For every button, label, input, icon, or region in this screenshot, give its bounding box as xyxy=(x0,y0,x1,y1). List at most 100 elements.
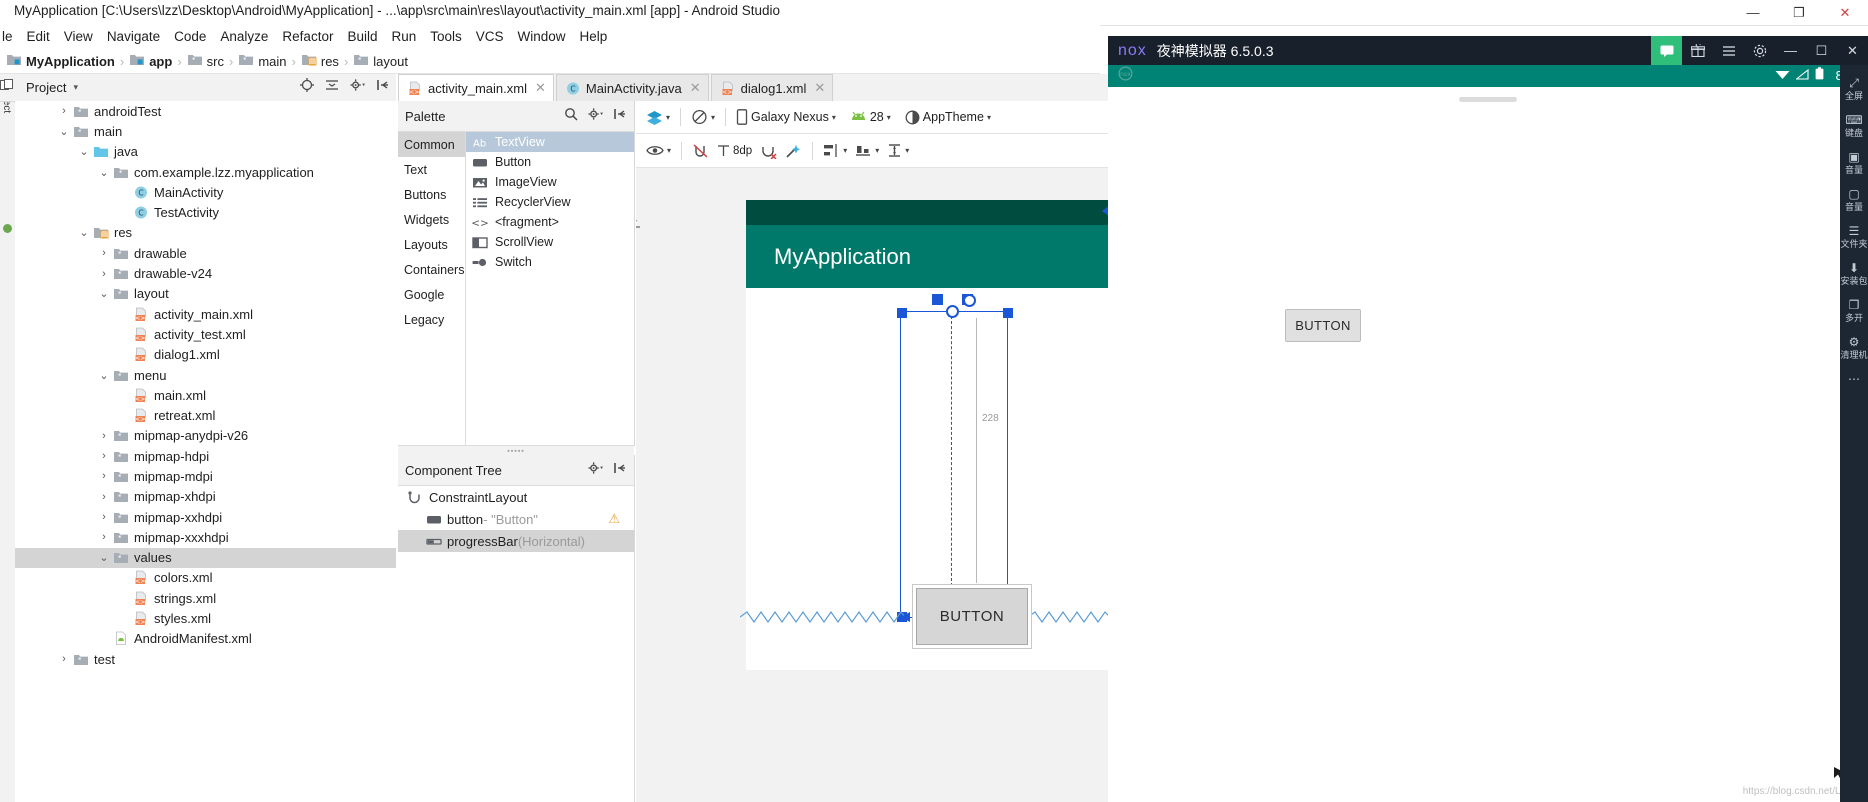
nox-rail-item-7[interactable]: ⚙ 清理机 xyxy=(1840,336,1868,361)
chevron-down-icon[interactable]: ▾ xyxy=(711,113,715,122)
nox-close-button[interactable]: ✕ xyxy=(1837,36,1868,65)
palette-category-widgets[interactable]: Widgets xyxy=(398,207,465,232)
view-mode-button[interactable]: ▾ xyxy=(642,139,675,163)
chevron-right-icon[interactable]: › xyxy=(95,531,113,543)
nox-maximize-button[interactable]: ☐ xyxy=(1806,36,1837,65)
menu-run[interactable]: Run xyxy=(384,27,423,46)
close-icon[interactable]: ✕ xyxy=(690,80,701,96)
layers-button[interactable]: ▾ xyxy=(642,105,674,129)
component-tree-node[interactable]: progressBar (Horizontal) xyxy=(398,530,634,552)
chevron-right-icon[interactable]: › xyxy=(95,470,113,482)
chevron-down-icon[interactable]: ▾ xyxy=(73,82,78,93)
nox-rail-item-6[interactable]: ❐ 多开 xyxy=(1840,299,1868,324)
chevron-down-icon[interactable]: ▾ xyxy=(887,113,891,122)
palette-categories[interactable]: Common Text Buttons Widgets Layouts Container… xyxy=(398,132,466,445)
menu-le[interactable]: le xyxy=(0,27,20,46)
tree-row[interactable]: ⌄ res xyxy=(15,223,396,243)
hide-panel-icon[interactable] xyxy=(613,461,627,480)
collapse-all-icon[interactable] xyxy=(325,78,339,97)
tree-row[interactable]: ⌄ java xyxy=(15,142,396,162)
clear-constraints-button[interactable] xyxy=(756,139,781,163)
chevron-right-icon[interactable]: › xyxy=(55,653,73,665)
breadcrumb-item-res[interactable]: res xyxy=(301,52,339,70)
chevron-down-icon[interactable]: ▾ xyxy=(875,146,879,155)
nox-side-toolbar[interactable]: ⤢ 全屏 ⌨ 键盘 ▣ 音量 ▢ 音量 ☰ 文件夹 ⬇ 安装包 ❐ 多开 ⚙ 清理机 ⋯ xyxy=(1840,65,1868,802)
breadcrumb-item-app[interactable]: app xyxy=(129,52,172,70)
nox-rail-item-0[interactable]: ⤢ 全屏 xyxy=(1840,77,1868,102)
menu-view[interactable]: View xyxy=(57,27,100,46)
close-icon[interactable]: ✕ xyxy=(535,80,546,96)
emulator-screen[interactable]: BUTTON https://blog.csdn.net/LuXN xyxy=(1108,87,1868,802)
chevron-down-icon[interactable]: ⌄ xyxy=(75,226,93,239)
nox-rail-item-5[interactable]: ⬇ 安装包 xyxy=(1840,262,1868,287)
tree-row[interactable]: <> activity_main.xml xyxy=(15,304,396,324)
orientation-button[interactable]: ▾ xyxy=(687,105,719,129)
editor-tab-dialog1-xml[interactable]: <> dialog1.xml ✕ xyxy=(710,74,834,101)
gift-icon[interactable] xyxy=(1682,36,1713,65)
palette-item-imageview[interactable]: ImageView xyxy=(466,172,634,192)
pack-button[interactable]: ▾ xyxy=(819,139,851,163)
component-tree-node[interactable]: button - "Button" ⚠ xyxy=(398,508,634,530)
palette-item-textview[interactable]: Ab TextView xyxy=(466,132,634,152)
design-surface[interactable]: MyApplication 228 BUTTON xyxy=(636,168,1110,802)
align-button[interactable]: ▾ xyxy=(851,139,883,163)
emulator-button[interactable]: BUTTON xyxy=(1285,309,1361,342)
menu-navigate[interactable]: Navigate xyxy=(100,27,167,46)
tree-row[interactable]: › mipmap-mdpi xyxy=(15,466,396,486)
constraint-anchor-center-top[interactable] xyxy=(963,294,976,307)
chevron-down-icon[interactable]: ▾ xyxy=(843,146,847,155)
constraint-anchor-top[interactable] xyxy=(946,305,959,318)
menu-tools[interactable]: Tools xyxy=(423,27,469,46)
infer-constraints-button[interactable] xyxy=(781,139,806,163)
toggle-autoconnect-button[interactable] xyxy=(688,139,713,163)
editor-tab-activity-main-xml[interactable]: <> activity_main.xml ✕ xyxy=(398,74,554,101)
nox-rail-item-3[interactable]: ▢ 音量 xyxy=(1840,188,1868,213)
tree-row[interactable]: AndroidManifest.xml xyxy=(15,629,396,649)
api-level-selector[interactable]: 28 ▾ xyxy=(846,105,895,129)
chevron-right-icon[interactable]: › xyxy=(95,268,113,280)
constraint-anchor-top-left[interactable] xyxy=(932,294,943,305)
chevron-right-icon[interactable]: › xyxy=(95,450,113,462)
tree-row[interactable]: › drawable xyxy=(15,243,396,263)
close-icon[interactable]: ✕ xyxy=(814,80,825,96)
tree-row[interactable]: <> colors.xml xyxy=(15,568,396,588)
chevron-down-icon[interactable]: ⌄ xyxy=(95,551,113,564)
settings-icon[interactable] xyxy=(1744,36,1775,65)
chevron-down-icon[interactable]: ⌄ xyxy=(95,369,113,382)
menu-window[interactable]: Window xyxy=(511,27,573,46)
device-selector[interactable]: Galaxy Nexus ▾ xyxy=(732,105,840,129)
palette-category-common[interactable]: Common xyxy=(398,132,465,157)
tree-row[interactable]: ⌄ menu xyxy=(15,365,396,385)
breadcrumb-item-src[interactable]: src xyxy=(187,52,224,70)
palette-item-recyclerview[interactable]: RecyclerView xyxy=(466,192,634,212)
project-tree[interactable]: › androidTest ⌄ main ⌄ java ⌄ com.example.lzz.m… xyxy=(15,101,396,802)
tree-row[interactable]: C MainActivity xyxy=(15,182,396,202)
palette-category-google[interactable]: Google xyxy=(398,282,465,307)
tree-row[interactable]: ⌄ com.example.lzz.myapplication xyxy=(15,162,396,182)
nox-minimize-button[interactable]: — xyxy=(1775,36,1806,65)
download-icon[interactable] xyxy=(636,213,641,233)
tree-row[interactable]: ⌄ layout xyxy=(15,284,396,304)
settings-icon[interactable] xyxy=(350,78,365,97)
tree-row[interactable]: › mipmap-hdpi xyxy=(15,446,396,466)
breadcrumb-item-layout[interactable]: layout xyxy=(353,52,408,70)
chevron-down-icon[interactable]: ▾ xyxy=(667,146,671,155)
tree-row[interactable]: › mipmap-anydpi-v26 xyxy=(15,426,396,446)
menu-edit[interactable]: Edit xyxy=(20,27,57,46)
settings-icon[interactable] xyxy=(588,107,603,126)
palette-item-fragment[interactable]: <> <fragment> xyxy=(466,212,634,232)
tree-row[interactable]: <> styles.xml xyxy=(15,608,396,628)
resize-handle-top-right[interactable] xyxy=(1003,308,1013,318)
palette-item-button[interactable]: Button xyxy=(466,152,634,172)
palette-item-switch[interactable]: Switch xyxy=(466,252,634,272)
tree-row[interactable]: C TestActivity xyxy=(15,202,396,222)
palette-items[interactable]: Ab TextView Button ImageView RecyclerView <> <… xyxy=(466,132,634,445)
tree-row[interactable]: ⌄ values xyxy=(15,547,396,568)
breadcrumb-item-main[interactable]: main xyxy=(238,52,287,70)
palette-category-containers[interactable]: Containers xyxy=(398,257,465,282)
chevron-down-icon[interactable]: ⌄ xyxy=(95,287,113,300)
close-button[interactable]: ✕ xyxy=(1822,0,1868,25)
nox-rail-item-2[interactable]: ▣ 音量 xyxy=(1840,151,1868,176)
search-icon[interactable] xyxy=(564,107,578,126)
palette-item-scrollview[interactable]: ScrollView xyxy=(466,232,634,252)
